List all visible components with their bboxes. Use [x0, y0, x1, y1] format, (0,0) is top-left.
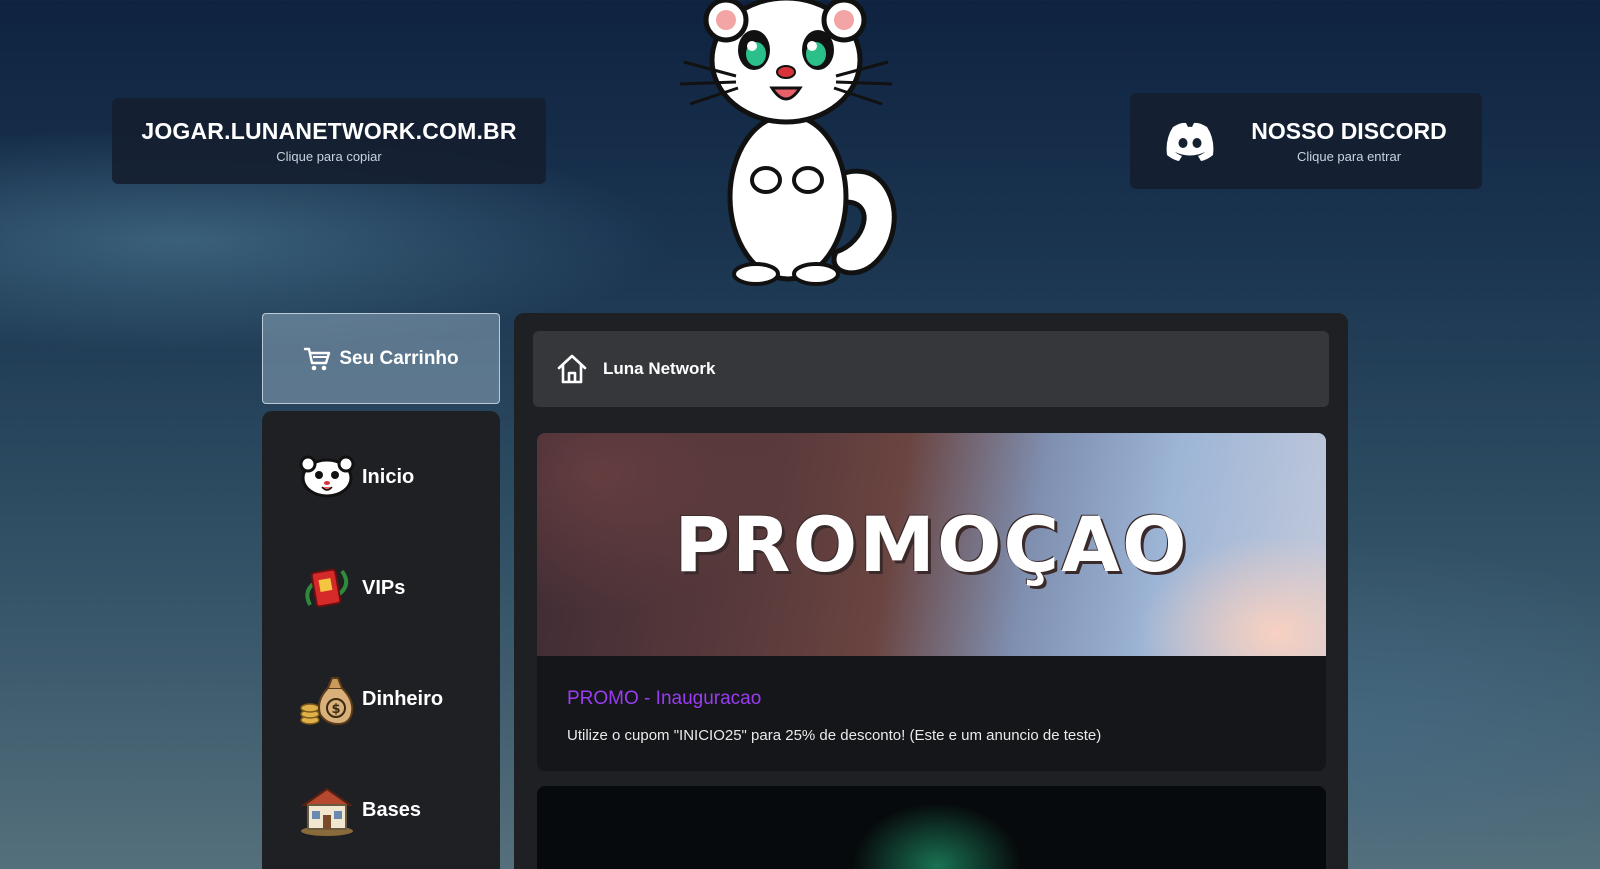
cart-button[interactable]: Seu Carrinho — [262, 313, 500, 404]
money-bag-icon: $ — [300, 677, 354, 726]
discord-box[interactable]: NOSSO DISCORD Clique para entrar — [1130, 93, 1482, 189]
svg-text:$: $ — [331, 702, 340, 717]
sidebar-item-inicio[interactable]: Inicio — [298, 447, 414, 507]
house-icon — [300, 787, 354, 836]
breadcrumb-label: Luna Network — [603, 359, 716, 378]
ferret-mascot-icon[interactable] — [676, 0, 916, 292]
server-ip-text: JOGAR.LUNANETWORK.COM.BR — [141, 118, 517, 144]
promo-title[interactable]: PROMO - Inauguracao — [567, 688, 761, 710]
server-ip-hint: Clique para copiar — [276, 149, 382, 164]
sidebar-item-label: Bases — [362, 798, 421, 821]
sidebar-item-dinheiro[interactable]: $ Dinheiro — [298, 669, 443, 729]
promo-banner: PROMOÇAO — [537, 433, 1326, 656]
discord-title: NOSSO DISCORD — [1251, 118, 1447, 144]
cart-label: Seu Carrinho — [339, 347, 459, 369]
sidebar-item-vips[interactable]: VIPs — [298, 558, 405, 618]
sidebar-item-label: Inicio — [362, 465, 415, 488]
home-icon — [557, 354, 587, 384]
promo-card[interactable]: PROMOÇAO PROMO - Inauguracao Utilize o c… — [537, 433, 1326, 771]
news-card[interactable] — [537, 786, 1326, 869]
ferret-face-icon — [299, 455, 355, 498]
sidebar: Inicio VIPs $ Dinheiro Bases — [262, 411, 500, 869]
vip-ticket-icon — [305, 568, 349, 608]
sidebar-item-label: Dinheiro — [362, 687, 444, 710]
sidebar-item-label: VIPs — [362, 576, 406, 599]
sidebar-item-bases[interactable]: Bases — [298, 780, 421, 840]
cart-icon — [304, 347, 331, 370]
main-panel: Luna Network PROMOÇAO PROMO - Inauguraca… — [514, 313, 1348, 869]
promo-description: Utilize o cupom "INICIO25" para 25% de d… — [567, 727, 1102, 744]
server-ip-box[interactable]: JOGAR.LUNANETWORK.COM.BR Clique para cop… — [112, 98, 546, 184]
discord-hint: Clique para entrar — [1296, 149, 1402, 164]
promo-banner-text: PROMOÇAO — [674, 500, 1189, 589]
breadcrumb[interactable]: Luna Network — [533, 331, 1329, 407]
discord-icon — [1166, 122, 1214, 161]
